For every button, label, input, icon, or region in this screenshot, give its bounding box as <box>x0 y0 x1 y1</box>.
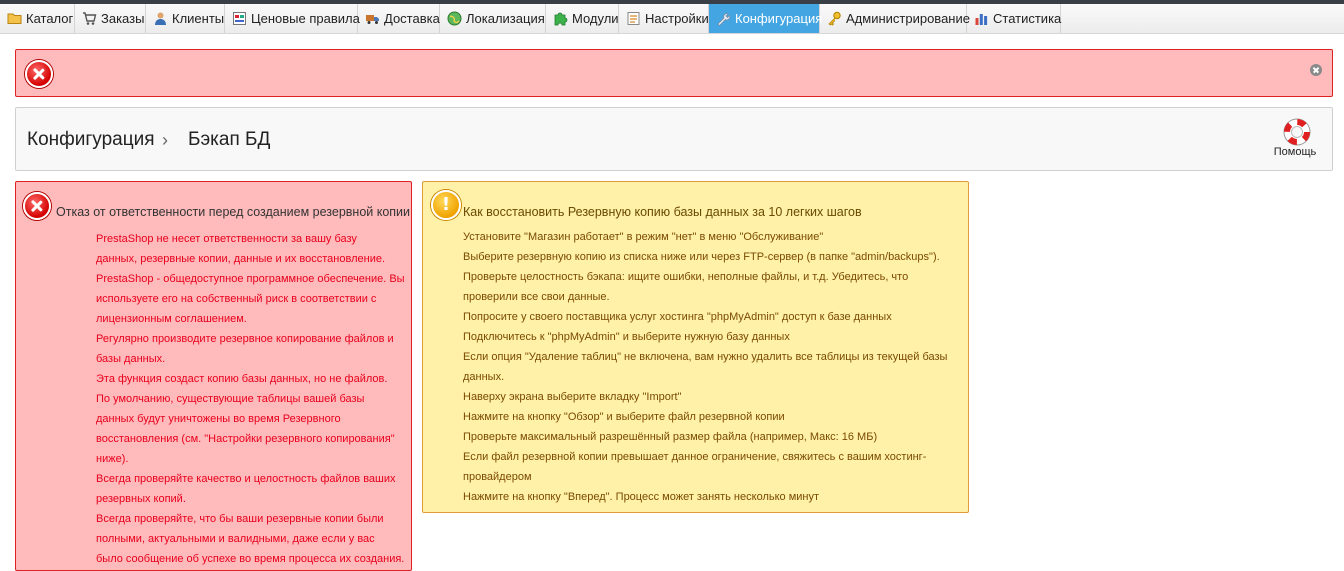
tab-label: Настройки <box>645 11 709 26</box>
list-item: Нажмите на кнопку "Обзор" и выберите фай… <box>463 411 785 423</box>
tab-configuration[interactable]: Конфигурация <box>709 4 823 33</box>
tab-price-rules[interactable]: Ценовые правила <box>225 4 360 33</box>
howto-list: Установите "Магазин работает" в режим "н… <box>463 227 963 507</box>
breadcrumb-root[interactable]: Конфигурация <box>27 129 155 151</box>
tab-label: Клиенты <box>172 11 225 26</box>
list-item: Если файл резервной копии превышает данн… <box>463 451 927 463</box>
help-label: Помощь <box>1273 146 1317 158</box>
page-header: Конфигурация › Бэкап БД Помощь <box>15 107 1333 171</box>
list-item: Регулярно производите резервное копирова… <box>96 333 394 345</box>
tab-customers[interactable]: Клиенты <box>146 4 225 33</box>
tab-label: Локализация <box>466 11 545 26</box>
tab-label: Каталог <box>26 11 74 26</box>
user-icon <box>153 11 168 26</box>
list-item: резервных копий. <box>96 493 186 505</box>
list-item: ниже). <box>96 453 129 465</box>
tab-label: Модули <box>572 11 619 26</box>
tab-orders[interactable]: Заказы <box>75 4 146 33</box>
list-item: PrestaShop - общедоступное программное о… <box>96 273 405 285</box>
lifebuoy-icon <box>1282 117 1311 146</box>
bar-chart-icon <box>974 11 989 26</box>
list-item: Всегда проверяйте, что бы ваши резервные… <box>96 513 384 525</box>
list-item: полными, актуальными и валидными, даже е… <box>96 533 375 545</box>
list-item: лицензионным соглашением. <box>96 313 247 325</box>
restore-howto-panel: ! Как восстановить Резервную копию базы … <box>422 181 969 513</box>
list-item: Проверьте максимальный разрешённый разме… <box>463 431 878 443</box>
list-item: Проверьте целостность бэкапа: ищите ошиб… <box>463 271 909 283</box>
disclaimer-list: PrestaShop не несет ответственности за в… <box>96 229 408 569</box>
disclaimer-title: Отказ от ответственности перед созданием… <box>56 205 411 219</box>
breadcrumb-separator-icon: › <box>162 130 168 150</box>
help-button[interactable]: Помощь <box>1272 117 1318 165</box>
disclaimer-panel: Отказ от ответственности перед созданием… <box>15 181 412 571</box>
truck-icon <box>365 11 380 26</box>
tab-localization[interactable]: Локализация <box>440 4 546 33</box>
list-item: данных. <box>463 371 505 383</box>
tab-label: Ценовые правила <box>251 11 360 26</box>
wrench-icon <box>716 11 731 27</box>
settings-sheet-icon <box>626 11 641 26</box>
list-item: PrestaShop не несет ответственности за в… <box>96 233 357 245</box>
list-item: По умолчанию, существующие таблицы вашей… <box>96 393 365 405</box>
error-icon <box>25 60 53 88</box>
cart-icon <box>82 11 97 26</box>
globe-icon <box>447 11 462 26</box>
page-title: Бэкап БД <box>188 129 271 150</box>
tab-modules[interactable]: Модули <box>546 4 619 33</box>
puzzle-icon <box>553 11 568 26</box>
list-item: проверили все свои данные. <box>463 291 610 303</box>
price-rules-icon <box>232 11 247 26</box>
error-alert <box>15 49 1333 97</box>
list-item: Если опция "Удаление таблиц" не включена… <box>463 351 948 363</box>
tab-shipping[interactable]: Доставка <box>358 4 440 33</box>
close-icon[interactable] <box>1310 64 1322 76</box>
main-nav: Каталог Заказы Клиенты Ценовые правила Д… <box>0 4 1344 34</box>
list-item: данных, резервные копии, данные и их вос… <box>96 253 386 265</box>
list-item: Всегда проверяйте качество и целостность… <box>96 473 396 485</box>
error-icon <box>23 192 51 220</box>
tab-label: Доставка <box>384 11 440 26</box>
list-item: Попросите у своего поставщика услуг хост… <box>463 311 892 323</box>
warning-icon: ! <box>431 190 461 220</box>
tab-label: Статистика <box>993 11 1062 26</box>
tab-statistics[interactable]: Статистика <box>967 4 1061 33</box>
tab-catalog[interactable]: Каталог <box>0 4 75 33</box>
list-item: было сообщение об успехе во время процес… <box>96 553 405 565</box>
tab-label: Конфигурация <box>735 11 823 26</box>
tab-preferences[interactable]: Настройки <box>619 4 709 33</box>
howto-title: Как восстановить Резервную копию базы да… <box>463 205 862 219</box>
key-icon <box>827 11 842 26</box>
tab-administration[interactable]: Администрирование <box>820 4 970 33</box>
list-item: восстановления (см. "Настройки резервног… <box>96 433 395 445</box>
list-item: Подключитесь к "phpMyAdmin" и выберите н… <box>463 331 790 343</box>
list-item: Выберите резервную копию из списка ниже … <box>463 251 940 263</box>
list-item: Нажмите на кнопку "Вперед". Процесс може… <box>463 491 820 503</box>
folder-icon <box>7 11 22 26</box>
list-item: Эта функция создаст копию базы данных, н… <box>96 373 388 385</box>
list-item: используете его на собственный риск в со… <box>96 293 377 305</box>
tab-label: Заказы <box>101 11 145 26</box>
list-item: базы данных. <box>96 353 166 365</box>
list-item: Наверху экрана выберите вкладку "Import" <box>463 391 682 403</box>
list-item: Установите "Магазин работает" в режим "н… <box>463 231 824 243</box>
list-item: данных будут уничтожены во время Резервн… <box>96 413 341 425</box>
list-item: провайдером <box>463 471 532 483</box>
tab-label: Администрирование <box>846 11 970 26</box>
